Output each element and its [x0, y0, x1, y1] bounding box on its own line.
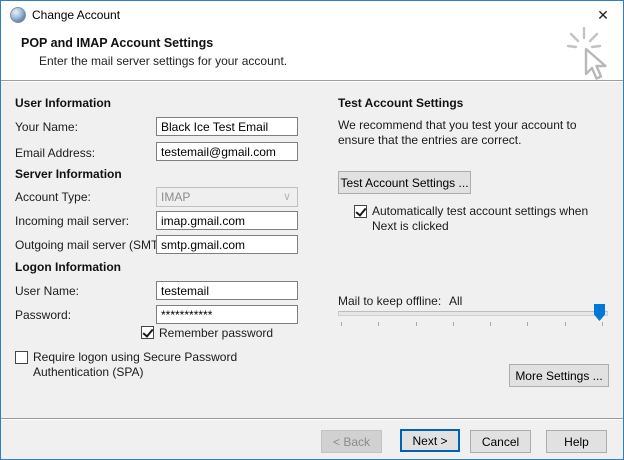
username-label: User Name: — [15, 284, 80, 298]
chevron-down-icon: ∨ — [282, 191, 292, 203]
auto-test-label: Automatically test account settings when… — [372, 204, 589, 234]
account-type-label: Account Type: — [15, 190, 91, 204]
your-name-input[interactable] — [156, 117, 298, 136]
auto-test-checkbox[interactable] — [354, 205, 367, 218]
window-title: Change Account — [32, 8, 121, 22]
incoming-server-label: Incoming mail server: — [15, 214, 130, 228]
test-account-settings-button[interactable]: Test Account Settings ... — [338, 171, 471, 194]
mail-to-keep-offline-label: Mail to keep offline: — [338, 294, 442, 308]
remember-password-checkbox[interactable] — [141, 326, 154, 339]
title-bar: Change Account ✕ — [1, 1, 623, 29]
page-title: POP and IMAP Account Settings — [21, 36, 214, 50]
page-subtitle: Enter the mail server settings for your … — [39, 54, 288, 68]
help-button[interactable]: Help — [546, 430, 607, 453]
user-information-heading: User Information — [15, 96, 112, 110]
close-icon[interactable]: ✕ — [594, 7, 612, 25]
mail-to-keep-offline-value: All — [449, 294, 463, 308]
password-label: Password: — [15, 308, 72, 322]
outgoing-server-label: Outgoing mail server (SMTP): — [15, 238, 174, 252]
spa-checkbox[interactable] — [15, 351, 28, 364]
dialog-icon — [10, 7, 26, 23]
incoming-server-input[interactable] — [156, 211, 298, 230]
more-settings-button[interactable]: More Settings ... — [509, 364, 609, 387]
change-account-dialog: Change Account ✕ POP and IMAP Account Se… — [0, 0, 624, 460]
username-input[interactable] — [156, 281, 298, 300]
email-address-input[interactable] — [156, 142, 298, 161]
test-account-settings-heading: Test Account Settings — [338, 96, 464, 110]
account-type-select[interactable]: IMAP ∨ — [156, 187, 298, 207]
remember-password-label: Remember password — [159, 326, 274, 340]
email-address-label: Email Address: — [15, 146, 96, 160]
password-input[interactable] — [156, 305, 298, 324]
mouse-click-cursor-icon — [567, 27, 607, 80]
footer-separator — [1, 418, 623, 420]
cancel-button[interactable]: Cancel — [470, 430, 531, 453]
spa-label: Require logon using Secure Password Auth… — [33, 350, 238, 380]
account-type-value: IMAP — [161, 190, 191, 204]
outgoing-server-input[interactable] — [156, 235, 298, 254]
server-information-heading: Server Information — [15, 167, 122, 181]
offline-slider-track[interactable] — [338, 311, 608, 316]
offline-slider-ticks — [341, 322, 603, 327]
header: Change Account ✕ POP and IMAP Account Se… — [1, 1, 623, 82]
your-name-label: Your Name: — [15, 120, 78, 134]
logon-information-heading: Logon Information — [15, 260, 121, 274]
offline-slider-thumb[interactable] — [594, 304, 605, 321]
back-button[interactable]: < Back — [321, 430, 382, 453]
test-description: We recommend that you test your account … — [338, 118, 577, 148]
next-button[interactable]: Next > — [400, 429, 460, 452]
